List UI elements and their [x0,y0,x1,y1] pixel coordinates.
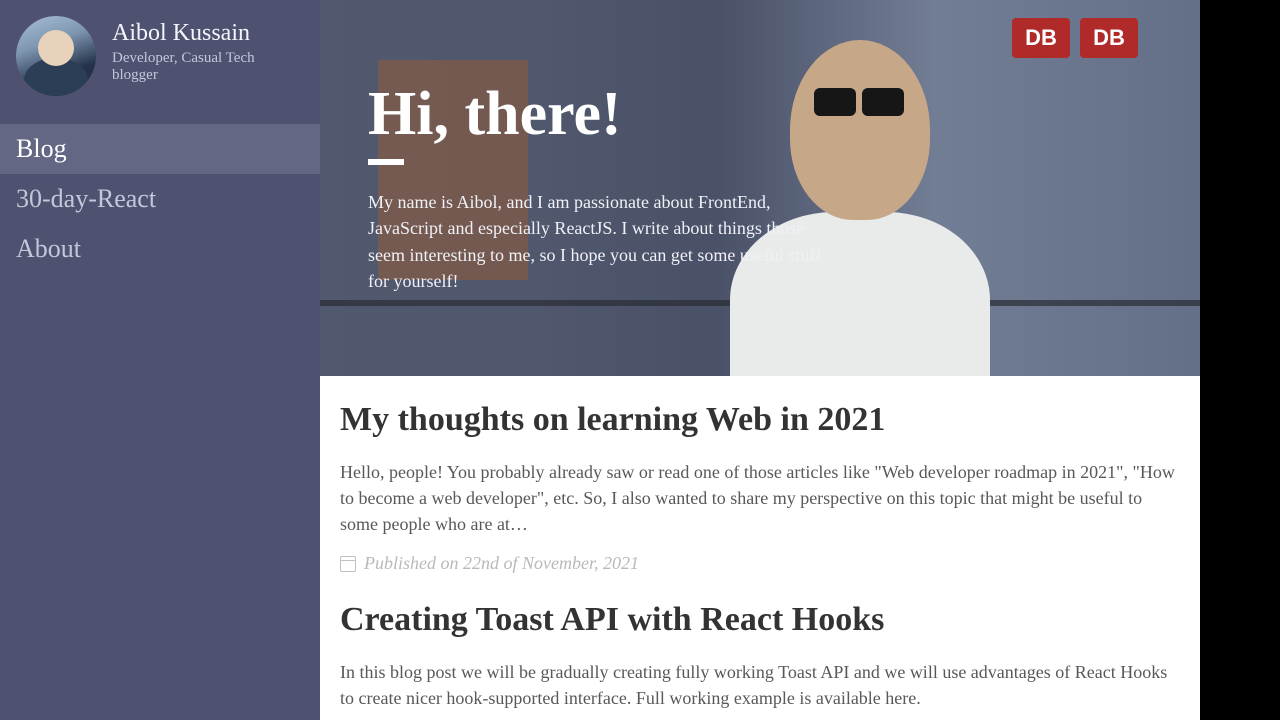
hero-accent [368,159,404,165]
post-date: Published on 22nd of November, 2021 [364,553,639,574]
sidebar: Aibol Kussain Developer, Casual Tech blo… [0,0,320,720]
hero: DB DB Hi, there! My name is Aibol, and I… [320,0,1200,376]
post-item: My thoughts on learning Web in 2021 Hell… [340,400,1180,574]
hero-body: My name is Aibol, and I am passionate ab… [368,189,832,293]
post-meta: Published on 22nd of November, 2021 [340,553,1180,574]
calendar-icon [340,556,356,572]
nav-blog[interactable]: Blog [0,124,320,174]
content-wrap: DB DB Hi, there! My name is Aibol, and I… [320,0,1280,720]
db-sign: DB [1012,18,1070,58]
profile: Aibol Kussain Developer, Casual Tech blo… [0,0,320,124]
post-title[interactable]: My thoughts on learning Web in 2021 [340,400,1180,441]
post-item: Creating Toast API with React Hooks In t… [340,600,1180,711]
db-sign: DB [1080,18,1138,58]
hero-title: Hi, there! [368,82,832,147]
hero-inner: Hi, there! My name is Aibol, and I am pa… [320,82,880,293]
nav-30-day-react[interactable]: 30-day-React [0,174,320,224]
avatar [16,16,96,96]
post-excerpt: In this blog post we will be gradually c… [340,659,1180,711]
content: DB DB Hi, there! My name is Aibol, and I… [320,0,1200,720]
profile-text: Aibol Kussain Developer, Casual Tech blo… [112,16,304,84]
post-excerpt: Hello, people! You probably already saw … [340,459,1180,537]
profile-name: Aibol Kussain [112,20,304,46]
nav-about[interactable]: About [0,224,320,274]
posts-list: My thoughts on learning Web in 2021 Hell… [320,376,1200,720]
post-title[interactable]: Creating Toast API with React Hooks [340,600,1180,641]
profile-tagline: Developer, Casual Tech blogger [112,50,304,84]
